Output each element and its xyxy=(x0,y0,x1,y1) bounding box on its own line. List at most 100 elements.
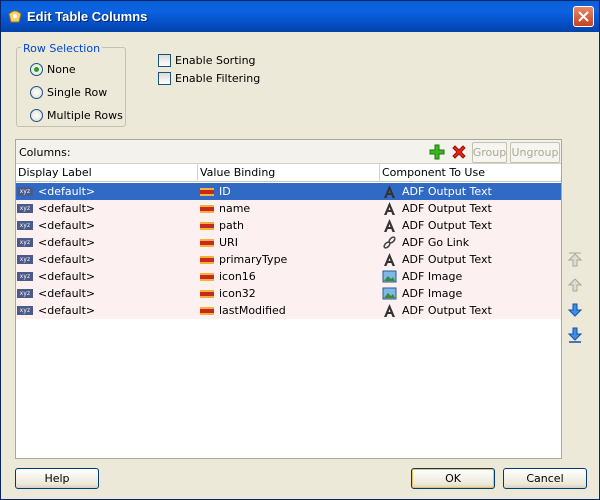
display-label-cell[interactable]: xyz <default> xyxy=(17,302,197,319)
ungroup-button[interactable]: Ungroup xyxy=(510,142,560,163)
close-button[interactable] xyxy=(573,6,594,27)
table-row[interactable]: xyz <default> ID ADF Output Text xyxy=(16,183,561,200)
output-text-icon xyxy=(382,201,397,216)
value-binding-text: icon16 xyxy=(219,270,256,283)
table-header: Display Label Value Binding Component To… xyxy=(16,164,561,182)
radio-multiple-rows[interactable]: Multiple Rows xyxy=(30,107,123,123)
display-label-text: <default> xyxy=(38,185,96,198)
display-label-cell[interactable]: xyz <default> xyxy=(17,285,197,302)
display-label-cell[interactable]: xyz <default> xyxy=(17,268,197,285)
binding-icon xyxy=(200,221,214,230)
label-type-icon: xyz xyxy=(17,255,33,264)
enable-filtering-checkbox[interactable]: Enable Filtering xyxy=(158,70,260,86)
cancel-button[interactable]: Cancel xyxy=(503,468,587,489)
checkbox-box[interactable] xyxy=(158,53,171,67)
ok-button[interactable]: OK xyxy=(411,468,495,489)
display-label-text: <default> xyxy=(38,236,96,249)
display-label-cell[interactable]: xyz <default> xyxy=(17,200,197,217)
display-label-cell[interactable]: xyz <default> xyxy=(17,183,197,200)
help-button[interactable]: Help xyxy=(15,468,99,489)
table-row[interactable]: xyz <default> path ADF Output Text xyxy=(16,217,561,234)
value-binding-text: name xyxy=(219,202,251,215)
value-binding-cell[interactable]: ID xyxy=(200,183,380,200)
header-value-binding[interactable]: Value Binding xyxy=(198,164,380,182)
value-binding-cell[interactable]: icon16 xyxy=(200,268,380,285)
table-row[interactable]: xyz <default> icon32 ADF Image xyxy=(16,285,561,302)
component-cell[interactable]: ADF Output Text xyxy=(382,183,561,200)
binding-icon xyxy=(200,255,214,264)
table-row[interactable]: xyz <default> primaryType ADF Output Text xyxy=(16,251,561,268)
output-text-icon xyxy=(382,218,397,233)
dialog-title: Edit Table Columns xyxy=(27,9,148,24)
display-label-cell[interactable]: xyz <default> xyxy=(17,217,197,234)
label-type-icon: xyz xyxy=(17,238,33,247)
checkbox-label: Enable Filtering xyxy=(175,71,261,85)
table-row[interactable]: xyz <default> URI ADF Go Link xyxy=(16,234,561,251)
component-cell[interactable]: ADF Image xyxy=(382,285,561,302)
move-top-icon[interactable] xyxy=(567,252,583,268)
binding-icon xyxy=(200,238,214,247)
value-binding-cell[interactable]: path xyxy=(200,217,380,234)
component-text: ADF Go Link xyxy=(402,236,470,249)
component-text: ADF Output Text xyxy=(402,185,492,198)
radio-button[interactable] xyxy=(30,108,43,122)
label-type-icon: xyz xyxy=(17,272,33,281)
display-label-text: <default> xyxy=(38,287,96,300)
binding-icon xyxy=(200,289,214,298)
title-bar[interactable]: Edit Table Columns xyxy=(1,1,599,32)
columns-table-panel: Columns: Group Ungroup Display Label Val… xyxy=(15,139,562,459)
radio-label: None xyxy=(47,62,76,76)
label-type-icon: xyz xyxy=(17,204,33,213)
value-binding-cell[interactable]: primaryType xyxy=(200,251,380,268)
component-text: ADF Image xyxy=(402,270,463,283)
close-icon xyxy=(578,11,589,22)
component-cell[interactable]: ADF Output Text xyxy=(382,217,561,234)
dialog-window: Edit Table Columns Row Selection None Si… xyxy=(0,0,600,500)
value-binding-cell[interactable]: lastModified xyxy=(200,302,380,319)
display-label-text: <default> xyxy=(38,219,96,232)
radio-button[interactable] xyxy=(30,62,43,76)
value-binding-cell[interactable]: URI xyxy=(200,234,380,251)
display-label-cell[interactable]: xyz <default> xyxy=(17,251,197,268)
table-row[interactable]: xyz <default> name ADF Output Text xyxy=(16,200,561,217)
header-display-label[interactable]: Display Label xyxy=(16,164,198,182)
component-cell[interactable]: ADF Go Link xyxy=(382,234,561,251)
delete-column-icon[interactable] xyxy=(451,144,467,160)
move-down-icon[interactable] xyxy=(567,302,583,318)
image-icon xyxy=(382,269,397,284)
value-binding-text: URI xyxy=(219,236,238,249)
display-label-cell[interactable]: xyz <default> xyxy=(17,234,197,251)
display-label-text: <default> xyxy=(38,270,96,283)
table-row[interactable]: xyz <default> lastModified ADF Output Text xyxy=(16,302,561,319)
image-icon xyxy=(382,286,397,301)
group-button[interactable]: Group xyxy=(472,142,507,163)
binding-icon xyxy=(200,187,214,196)
display-label-text: <default> xyxy=(38,253,96,266)
value-binding-text: path xyxy=(219,219,245,232)
row-selection-legend: Row Selection xyxy=(21,42,103,55)
move-up-icon[interactable] xyxy=(567,277,583,293)
radio-label: Single Row xyxy=(47,85,108,99)
component-cell[interactable]: ADF Image xyxy=(382,268,561,285)
component-cell[interactable]: ADF Output Text xyxy=(382,200,561,217)
display-label-text: <default> xyxy=(38,304,96,317)
radio-none[interactable]: None xyxy=(30,61,76,77)
value-binding-text: ID xyxy=(219,185,231,198)
go-link-icon xyxy=(382,235,397,250)
radio-button[interactable] xyxy=(30,85,43,99)
add-column-icon[interactable] xyxy=(429,144,445,160)
enable-sorting-checkbox[interactable]: Enable Sorting xyxy=(158,52,256,68)
component-cell[interactable]: ADF Output Text xyxy=(382,302,561,319)
dialog-app-icon xyxy=(7,8,23,24)
binding-icon xyxy=(200,204,214,213)
value-binding-cell[interactable]: name xyxy=(200,200,380,217)
component-text: ADF Output Text xyxy=(402,202,492,215)
radio-single-row[interactable]: Single Row xyxy=(30,84,107,100)
table-row[interactable]: xyz <default> icon16 ADF Image xyxy=(16,268,561,285)
component-cell[interactable]: ADF Output Text xyxy=(382,251,561,268)
move-bottom-icon[interactable] xyxy=(567,327,583,343)
header-component[interactable]: Component To Use xyxy=(380,164,561,182)
display-label-text: <default> xyxy=(38,202,96,215)
value-binding-cell[interactable]: icon32 xyxy=(200,285,380,302)
checkbox-box[interactable] xyxy=(158,71,171,85)
